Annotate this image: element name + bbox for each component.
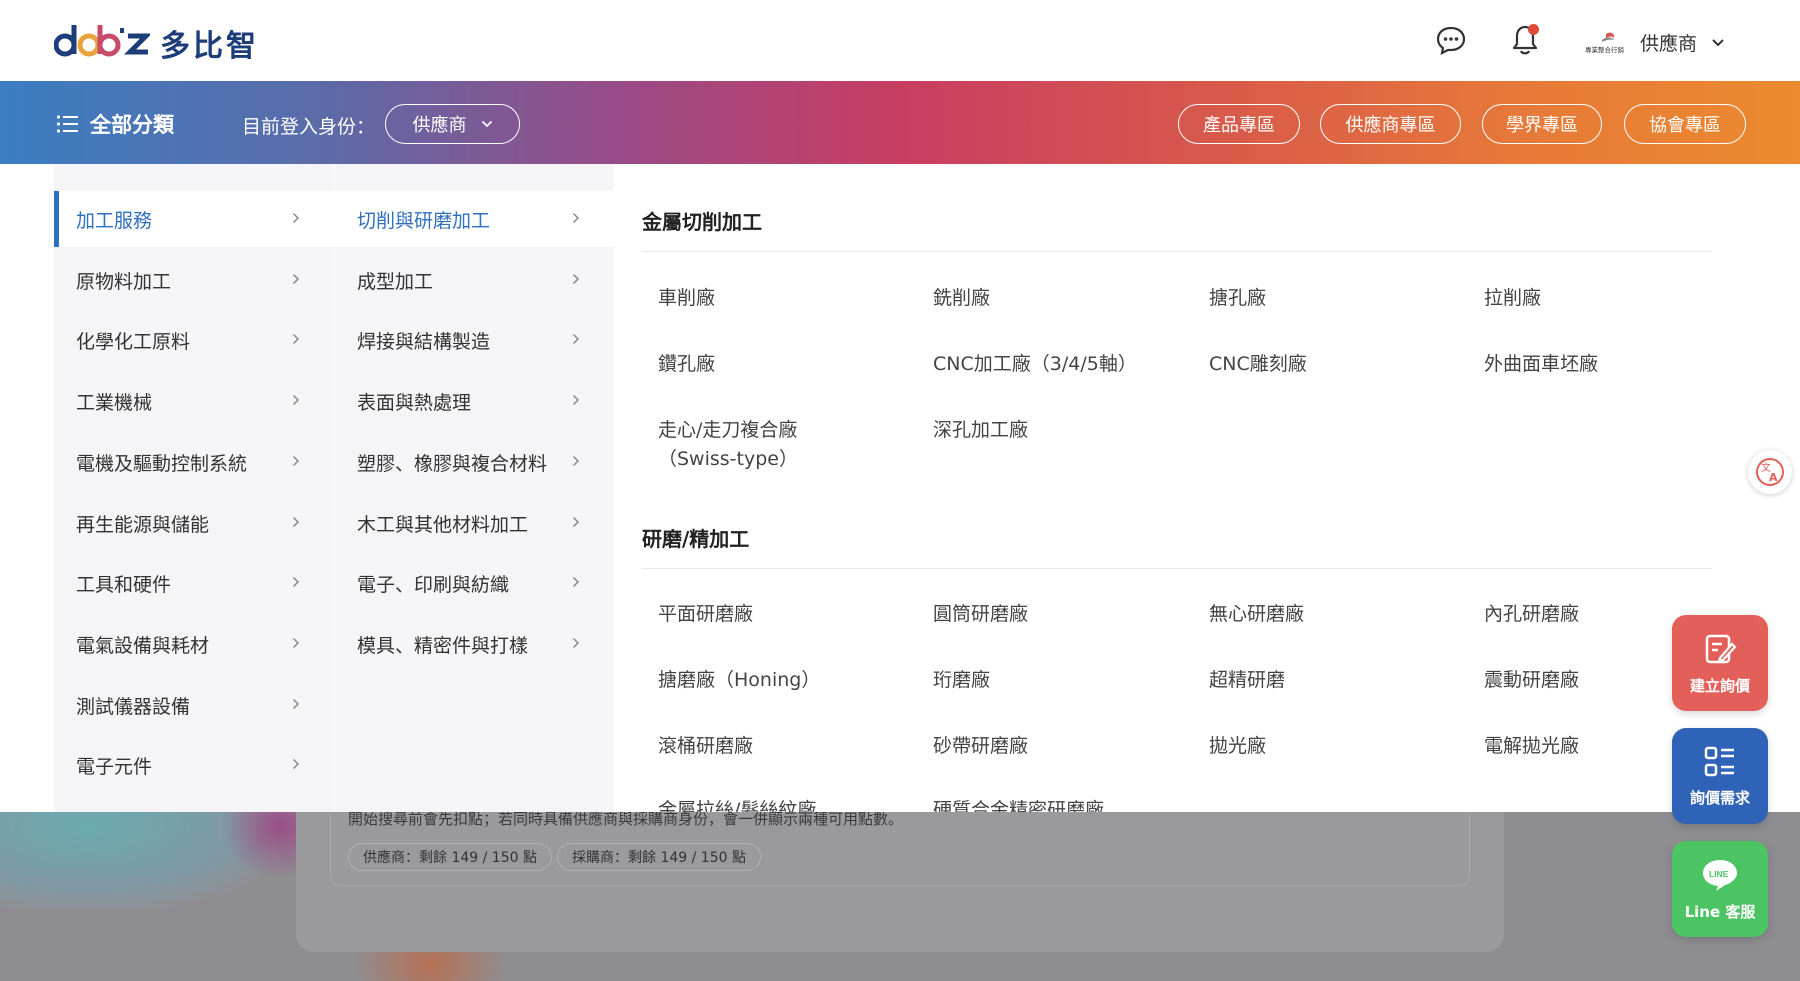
category-item[interactable]: 工具和硬件: [54, 555, 334, 611]
chevron-down-icon: [1711, 33, 1725, 52]
inquiry-needs-label: 詢價需求: [1689, 788, 1750, 807]
logo-mark: [53, 19, 153, 68]
create-inquiry-button[interactable]: 建立詢價: [1672, 615, 1768, 711]
zone-products-button[interactable]: 產品專區: [1178, 104, 1300, 144]
line-support-button[interactable]: LINE Line 客服: [1672, 841, 1768, 937]
main-navbar: 全部分類 目前登入身份： 供應商 產品專區 供應商專區 學界專區 協會專區: [0, 81, 1800, 164]
section-divider: [642, 251, 1712, 252]
notification-bell-icon[interactable]: [1507, 22, 1543, 58]
leaf-category-link[interactable]: 鑽孔廠: [658, 350, 898, 379]
leaf-category-link[interactable]: 金屬拉絲/髮絲紋廠: [658, 796, 898, 812]
category-item[interactable]: 電子元件: [54, 737, 334, 793]
leaf-category-link[interactable]: 超精研磨: [1209, 666, 1449, 695]
leaf-category-link[interactable]: 拉削廠: [1484, 284, 1724, 313]
supplier-points-badge: 供應商：剩餘 149 / 150 點: [348, 843, 552, 871]
subcategory-item[interactable]: 表面與熱處理: [335, 373, 614, 429]
translate-icon: 文A: [1756, 458, 1784, 486]
section-title: 研磨/精加工: [642, 527, 750, 551]
brand-logo[interactable]: 多比智: [53, 18, 259, 68]
category-item[interactable]: 加工服務: [54, 191, 334, 247]
top-header: 多比智 專業整合行銷 供應商: [0, 0, 1800, 81]
category-level1-list: 加工服務 原物料加工 化學化工原料 工業機械 電機及驅動控制系統 再生能源與儲能…: [54, 164, 334, 812]
category-mega-menu: 加工服務 原物料加工 化學化工原料 工業機械 電機及驅動控制系統 再生能源與儲能…: [0, 164, 1800, 812]
all-categories-label: 全部分類: [90, 113, 174, 137]
svg-text:LINE: LINE: [1709, 869, 1729, 879]
category-item[interactable]: 化學化工原料: [54, 312, 334, 368]
leaf-category-link[interactable]: 滾桶研磨廠: [658, 732, 898, 761]
leaf-category-link[interactable]: 拋光廠: [1209, 732, 1449, 761]
identity-select-value: 供應商: [412, 115, 467, 136]
category-item[interactable]: 再生能源與儲能: [54, 495, 334, 551]
subcategory-item[interactable]: 電子、印刷與紡織: [335, 555, 614, 611]
edit-note-icon: [1705, 634, 1737, 663]
login-identity-label: 目前登入身份：: [242, 116, 376, 138]
leaf-category-link[interactable]: 砂帶研磨廠: [933, 732, 1173, 761]
leaf-category-link[interactable]: 圓筒研磨廠: [933, 600, 1173, 629]
dobiz-logo-icon: [53, 24, 153, 56]
subcategory-item[interactable]: 成型加工: [335, 252, 614, 308]
menu-list-icon: [56, 115, 78, 133]
subcategory-item[interactable]: 焊接與結構製造: [335, 312, 614, 368]
subcategory-item[interactable]: 木工與其他材料加工: [335, 495, 614, 551]
list-grid-icon: [1704, 746, 1734, 776]
leaf-category-link[interactable]: 無心研磨廠: [1209, 600, 1449, 629]
category-level3-panel: 金屬切削加工 車削廠 銑削廠 搪孔廠 拉削廠 鑽孔廠 CNC加工廠（3/4/5軸…: [614, 164, 1800, 812]
section-title: 金屬切削加工: [642, 210, 762, 234]
user-role-label: 供應商: [1640, 32, 1698, 55]
logo-text: 多比智: [160, 29, 259, 64]
zone-suppliers-button[interactable]: 供應商專區: [1320, 104, 1461, 144]
chat-icon[interactable]: [1433, 22, 1469, 58]
category-item[interactable]: 電氣設備與耗材: [54, 616, 334, 672]
category-item[interactable]: 工業機械: [54, 373, 334, 429]
svg-text:專業整合行銷: 專業整合行銷: [1585, 45, 1625, 54]
leaf-category-link[interactable]: 搪孔廠: [1209, 284, 1449, 313]
translate-button[interactable]: 文A: [1748, 450, 1792, 494]
buyer-points-badge: 採購商：剩餘 149 / 150 點: [557, 843, 761, 871]
category-item[interactable]: 電機及驅動控制系統: [54, 434, 334, 490]
leaf-category-link[interactable]: 車削廠: [658, 284, 898, 313]
category-level2-list: 切削與研磨加工 成型加工 焊接與結構製造 表面與熱處理 塑膠、橡膠與複合材料 木…: [334, 164, 614, 812]
chevron-down-icon: [481, 120, 492, 128]
leaf-category-link[interactable]: 珩磨廠: [933, 666, 1173, 695]
leaf-category-link[interactable]: CNC雕刻廠: [1209, 350, 1449, 379]
leaf-category-link[interactable]: 深孔加工廠: [933, 416, 1173, 445]
category-item[interactable]: 原物料加工: [54, 252, 334, 308]
subcategory-item[interactable]: 模具、精密件與打樣: [335, 616, 614, 672]
section-divider: [642, 568, 1712, 569]
leaf-category-link[interactable]: 硬質合金精密研磨廠: [933, 796, 1173, 812]
create-inquiry-label: 建立詢價: [1689, 676, 1750, 695]
subcategory-item[interactable]: 切削與研磨加工: [335, 191, 614, 247]
identity-select[interactable]: 供應商: [385, 104, 520, 144]
line-chat-icon: LINE: [1703, 859, 1737, 891]
category-item[interactable]: 測試儀器設備: [54, 677, 334, 733]
leaf-category-link[interactable]: 走心/走刀複合廠（Swiss-type）: [658, 416, 828, 473]
notification-badge: [1528, 24, 1539, 35]
user-menu[interactable]: 專業整合行銷 供應商: [1584, 24, 1725, 60]
subcategory-item[interactable]: 塑膠、橡膠與複合材料: [335, 434, 614, 490]
leaf-category-link[interactable]: 平面研磨廠: [658, 600, 898, 629]
leaf-category-link[interactable]: 外曲面車坯廠: [1484, 350, 1724, 379]
leaf-category-link[interactable]: 銑削廠: [933, 284, 1173, 313]
inquiry-needs-button[interactable]: 詢價需求: [1672, 728, 1768, 824]
all-categories-button[interactable]: 全部分類: [56, 109, 174, 139]
company-logo: 專業整合行銷: [1584, 30, 1634, 54]
zone-academia-button[interactable]: 學界專區: [1482, 104, 1602, 144]
line-support-label: Line 客服: [1684, 902, 1756, 921]
leaf-category-link[interactable]: CNC加工廠（3/4/5軸）: [933, 350, 1193, 379]
zone-associations-button[interactable]: 協會專區: [1624, 104, 1746, 144]
svg-text:A: A: [1769, 471, 1778, 484]
leaf-category-link[interactable]: 搪磨廠（Honing）: [658, 666, 898, 695]
